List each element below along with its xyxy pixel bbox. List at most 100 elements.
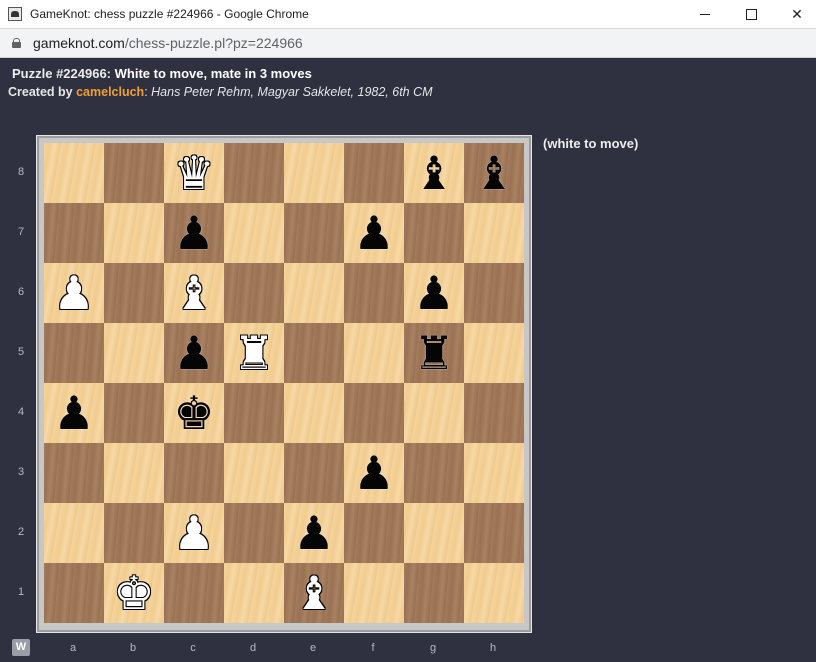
square-g7[interactable] [404,203,464,263]
square-b7[interactable] [104,203,164,263]
address-bar[interactable]: gameknot.com/chess-puzzle.pl?pz=224966 [0,29,816,58]
white-queen[interactable]: ♛ [173,150,214,196]
black-pawn[interactable]: ♟ [53,390,94,436]
square-d3[interactable] [224,443,284,503]
square-b1[interactable]: ♚ [104,563,164,623]
square-h7[interactable] [464,203,524,263]
square-a4[interactable]: ♟ [44,383,104,443]
square-a3[interactable] [44,443,104,503]
square-d8[interactable] [224,143,284,203]
square-f2[interactable] [344,503,404,563]
square-h6[interactable] [464,263,524,323]
black-pawn[interactable]: ♟ [353,210,394,256]
square-e1[interactable]: ♝ [284,563,344,623]
square-f8[interactable] [344,143,404,203]
square-h4[interactable] [464,383,524,443]
square-f7[interactable]: ♟ [344,203,404,263]
square-c3[interactable] [164,443,224,503]
square-d2[interactable] [224,503,284,563]
square-a8[interactable] [44,143,104,203]
square-g6[interactable]: ♟ [404,263,464,323]
rank-label: 6 [17,286,25,298]
square-e7[interactable] [284,203,344,263]
square-f1[interactable] [344,563,404,623]
square-g4[interactable] [404,383,464,443]
square-h8[interactable]: ♝ [464,143,524,203]
square-f5[interactable] [344,323,404,383]
black-pawn[interactable]: ♟ [293,510,334,556]
page-content: Puzzle #224966: White to move, mate in 3… [0,58,816,662]
square-c7[interactable]: ♟ [164,203,224,263]
square-d1[interactable] [224,563,284,623]
square-h2[interactable] [464,503,524,563]
black-pawn[interactable]: ♟ [413,270,454,316]
square-b5[interactable] [104,323,164,383]
square-e3[interactable] [284,443,344,503]
square-c1[interactable] [164,563,224,623]
square-h1[interactable] [464,563,524,623]
square-g8[interactable]: ♝ [404,143,464,203]
square-e2[interactable]: ♟ [284,503,344,563]
white-pawn[interactable]: ♟ [53,270,94,316]
square-b3[interactable] [104,443,164,503]
square-f3[interactable]: ♟ [344,443,404,503]
close-button[interactable]: ✕ [774,0,816,29]
white-bishop[interactable]: ♝ [173,270,214,316]
square-d7[interactable] [224,203,284,263]
square-a1[interactable] [44,563,104,623]
site-favicon-icon [8,7,22,21]
square-e4[interactable] [284,383,344,443]
square-b8[interactable] [104,143,164,203]
black-pawn[interactable]: ♟ [173,210,214,256]
black-pawn[interactable]: ♟ [173,330,214,376]
square-e8[interactable] [284,143,344,203]
white-rook[interactable]: ♜ [233,330,274,376]
white-king[interactable]: ♚ [113,570,154,616]
url-text[interactable]: gameknot.com/chess-puzzle.pl?pz=224966 [33,35,303,51]
square-g3[interactable] [404,443,464,503]
puzzle-heading: Puzzle #224966: White to move, mate in 3… [12,66,312,81]
black-king[interactable]: ♚ [173,390,214,436]
black-rook[interactable]: ♜ [413,330,454,376]
rank-label: 1 [17,586,25,598]
flip-board-button[interactable]: W [12,639,30,656]
square-b4[interactable] [104,383,164,443]
square-e5[interactable] [284,323,344,383]
square-h5[interactable] [464,323,524,383]
square-f6[interactable] [344,263,404,323]
square-a6[interactable]: ♟ [44,263,104,323]
square-c6[interactable]: ♝ [164,263,224,323]
puzzle-number: Puzzle #224966: [12,66,112,81]
square-g1[interactable] [404,563,464,623]
chessboard[interactable]: ♛ ♝ ♝ ♟ ♟ ♟ ♝ ♟ ♟ ♜ ♜ ♟ ♚ ♟ ♟ ♟ ♚ ♝ [44,143,524,623]
square-b2[interactable] [104,503,164,563]
square-g5[interactable]: ♜ [404,323,464,383]
square-d6[interactable] [224,263,284,323]
square-h3[interactable] [464,443,524,503]
title-bar: GameKnot: chess puzzle #224966 - Google … [0,0,816,29]
black-pawn[interactable]: ♟ [353,450,394,496]
lock-icon[interactable] [12,38,21,48]
white-pawn[interactable]: ♟ [173,510,214,556]
square-e6[interactable] [284,263,344,323]
square-f4[interactable] [344,383,404,443]
square-c2[interactable]: ♟ [164,503,224,563]
black-bishop[interactable]: ♝ [473,150,514,196]
square-d5[interactable]: ♜ [224,323,284,383]
square-a5[interactable] [44,323,104,383]
square-c5[interactable]: ♟ [164,323,224,383]
minimize-button[interactable] [682,0,728,29]
square-c4[interactable]: ♚ [164,383,224,443]
square-d4[interactable] [224,383,284,443]
black-bishop[interactable]: ♝ [413,150,454,196]
rank-label: 4 [17,406,25,418]
author-link[interactable]: camelcluch [76,85,144,99]
square-c8[interactable]: ♛ [164,143,224,203]
square-a2[interactable] [44,503,104,563]
white-bishop[interactable]: ♝ [293,570,334,616]
square-g2[interactable] [404,503,464,563]
square-b6[interactable] [104,263,164,323]
maximize-button[interactable] [728,0,774,29]
square-a7[interactable] [44,203,104,263]
puzzle-credit: Created by camelcluch: Hans Peter Rehm, … [8,85,433,99]
